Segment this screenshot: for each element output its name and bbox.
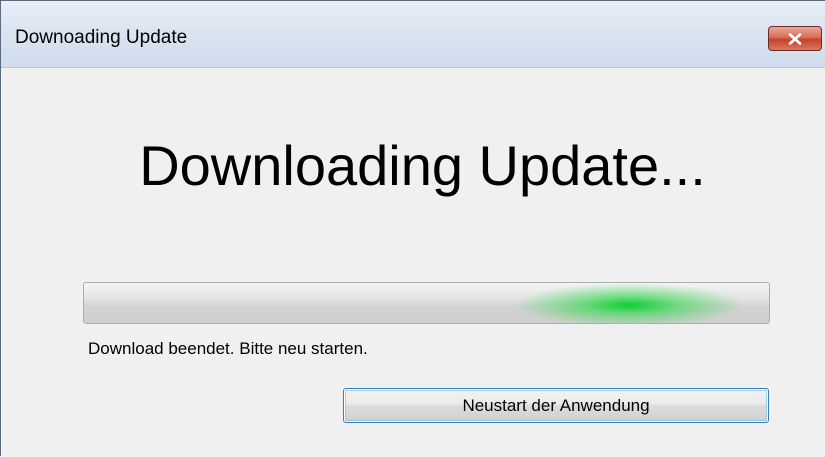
progress-marquee-glow (514, 283, 744, 323)
download-progress-bar (83, 282, 770, 324)
close-icon (788, 32, 802, 45)
window-title: Downoading Update (15, 27, 188, 48)
download-heading: Downloading Update... (139, 134, 706, 197)
status-text: Download beendet. Bitte neu starten. (88, 339, 368, 358)
update-dialog-window: Downoading Update Downloading Update... … (0, 0, 825, 457)
restart-application-button[interactable]: Neustart der Anwendung (343, 388, 769, 423)
close-button[interactable] (768, 26, 822, 51)
title-bar[interactable]: Downoading Update (1, 1, 825, 68)
dialog-content: Downloading Update... Download beendet. … (1, 68, 825, 457)
